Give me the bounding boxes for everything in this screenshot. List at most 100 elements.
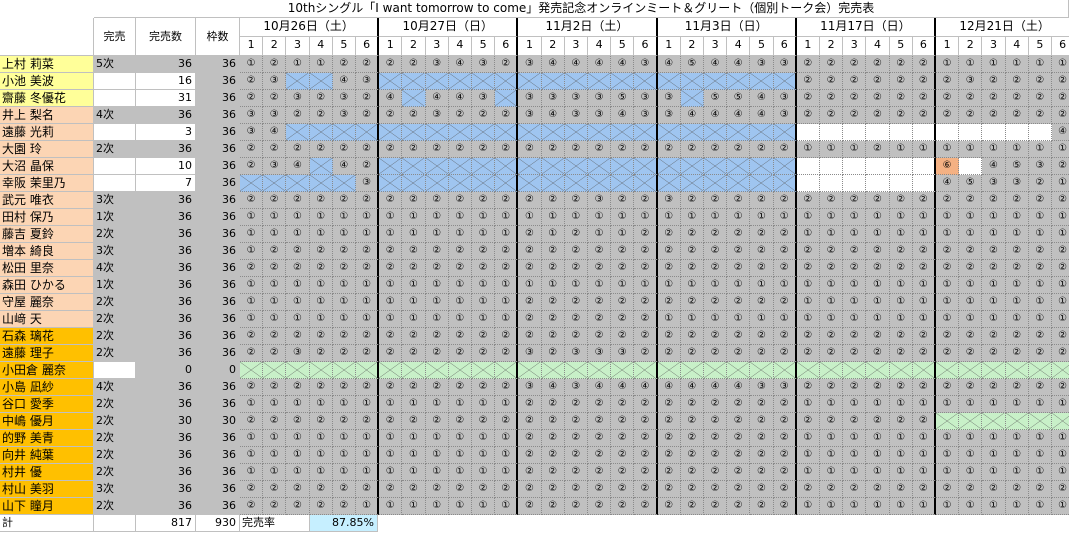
slot-cell: ① [912,141,936,158]
cross-mark-icon [680,158,703,174]
slot-cell: ② [309,260,333,277]
slot-cell: ① [332,447,356,464]
member-name[interactable]: 幸阪 茉里乃 [0,175,94,192]
waku-count: 36 [196,141,240,158]
slot-cell: ② [541,328,565,345]
slot-cell: ② [495,345,519,362]
member-name[interactable]: 遠藤 理子 [0,345,94,362]
kanbai-status: 2次 [94,141,136,158]
waku-count: 36 [196,294,240,311]
slot-cell: ④ [680,107,704,124]
part-number: 3 [425,37,449,56]
slot-cell: ② [889,56,913,73]
slot-cell: ① [1052,226,1069,243]
slot-cell [286,73,310,90]
member-name[interactable]: 的野 美青 [0,430,94,447]
slot-cell: ① [889,464,913,481]
slot-cell: ② [448,192,472,209]
slot-cell [309,124,333,141]
member-name[interactable]: 大園 玲 [0,141,94,158]
member-name[interactable]: 井上 梨名 [0,107,94,124]
slot-cell: ① [402,396,426,413]
cross-mark-icon [1052,413,1069,429]
cross-mark-icon [402,362,425,378]
slot-cell [820,124,844,141]
member-name[interactable]: 増本 綺良 [0,243,94,260]
slot-cell: ① [843,226,867,243]
cross-mark-icon [773,175,795,191]
kanbai-count: 36 [136,141,196,158]
slot-cell: ② [356,107,380,124]
member-name[interactable]: 武元 唯衣 [0,192,94,209]
member-name[interactable]: 山下 瞳月 [0,498,94,515]
slot-cell: ① [912,209,936,226]
slot-cell: ④ [750,90,774,107]
slot-cell: ① [332,226,356,243]
slot-cell: ① [309,209,333,226]
slot-cell: ① [843,464,867,481]
part-number: 2 [402,37,426,56]
slot-cell: ① [379,498,403,515]
member-name[interactable]: 小池 美波 [0,73,94,90]
member-name[interactable]: 森田 ひかる [0,277,94,294]
cross-mark-icon [564,158,587,174]
slot-cell: ② [889,243,913,260]
slot-cell: ② [588,464,612,481]
slot-cell [518,362,542,379]
cross-mark-icon [750,158,773,174]
cross-mark-icon [657,175,680,191]
slot-cell: ① [309,447,333,464]
member-name[interactable]: 村井 優 [0,464,94,481]
slot-cell: ② [425,243,449,260]
slot-cell: ② [634,498,658,515]
slot-cell: ① [959,56,983,73]
member-name[interactable]: 遠藤 光莉 [0,124,94,141]
member-name[interactable]: 谷口 愛季 [0,396,94,413]
slot-cell: ① [1005,311,1029,328]
slot-cell [634,175,658,192]
slot-cell: ② [773,481,797,498]
member-name[interactable]: 山﨑 天 [0,311,94,328]
member-name[interactable]: 上村 莉菜 [0,56,94,73]
slot-cell: ① [309,430,333,447]
member-name[interactable]: 小島 凪紗 [0,379,94,396]
slot-cell: ② [773,260,797,277]
slot-cell: ② [889,73,913,90]
slot-cell [541,175,565,192]
slot-cell: ④ [704,379,728,396]
slot-cell: ② [240,73,264,90]
slot-cell: ① [356,294,380,311]
cross-mark-icon [448,362,471,378]
slot-cell: ② [263,328,287,345]
slot-cell: ③ [634,90,658,107]
kanbai-status: 1次 [94,277,136,294]
member-name[interactable]: 藤吉 夏鈴 [0,226,94,243]
slot-cell: ② [240,141,264,158]
slot-cell: ② [820,345,844,362]
member-name[interactable]: 向井 純葉 [0,447,94,464]
slot-cell: ② [680,328,704,345]
slot-cell: ② [1028,107,1052,124]
kanbai-count: 36 [136,396,196,413]
member-name[interactable]: 齋藤 冬優花 [0,90,94,107]
slot-cell: ① [425,277,449,294]
slot-cell: ① [379,294,403,311]
cross-mark-icon [240,362,263,378]
member-name[interactable]: 松田 里奈 [0,260,94,277]
slot-cell: ② [541,141,565,158]
member-name[interactable]: 中嶋 優月 [0,413,94,430]
member-name[interactable]: 石森 璃花 [0,328,94,345]
member-name[interactable]: 田村 保乃 [0,209,94,226]
slot-cell: ① [332,294,356,311]
member-name[interactable]: 小田倉 麗奈 [0,362,94,379]
slot-cell [588,124,612,141]
slot-cell: ② [588,243,612,260]
slot-cell: ② [680,464,704,481]
member-name[interactable]: 守屋 麗奈 [0,294,94,311]
slot-cell: ① [1005,464,1029,481]
member-name[interactable]: 大沼 晶保 [0,158,94,175]
slot-cell: ③ [472,90,496,107]
cross-mark-icon [843,362,866,378]
slot-cell [936,124,960,141]
member-name[interactable]: 村山 美羽 [0,481,94,498]
